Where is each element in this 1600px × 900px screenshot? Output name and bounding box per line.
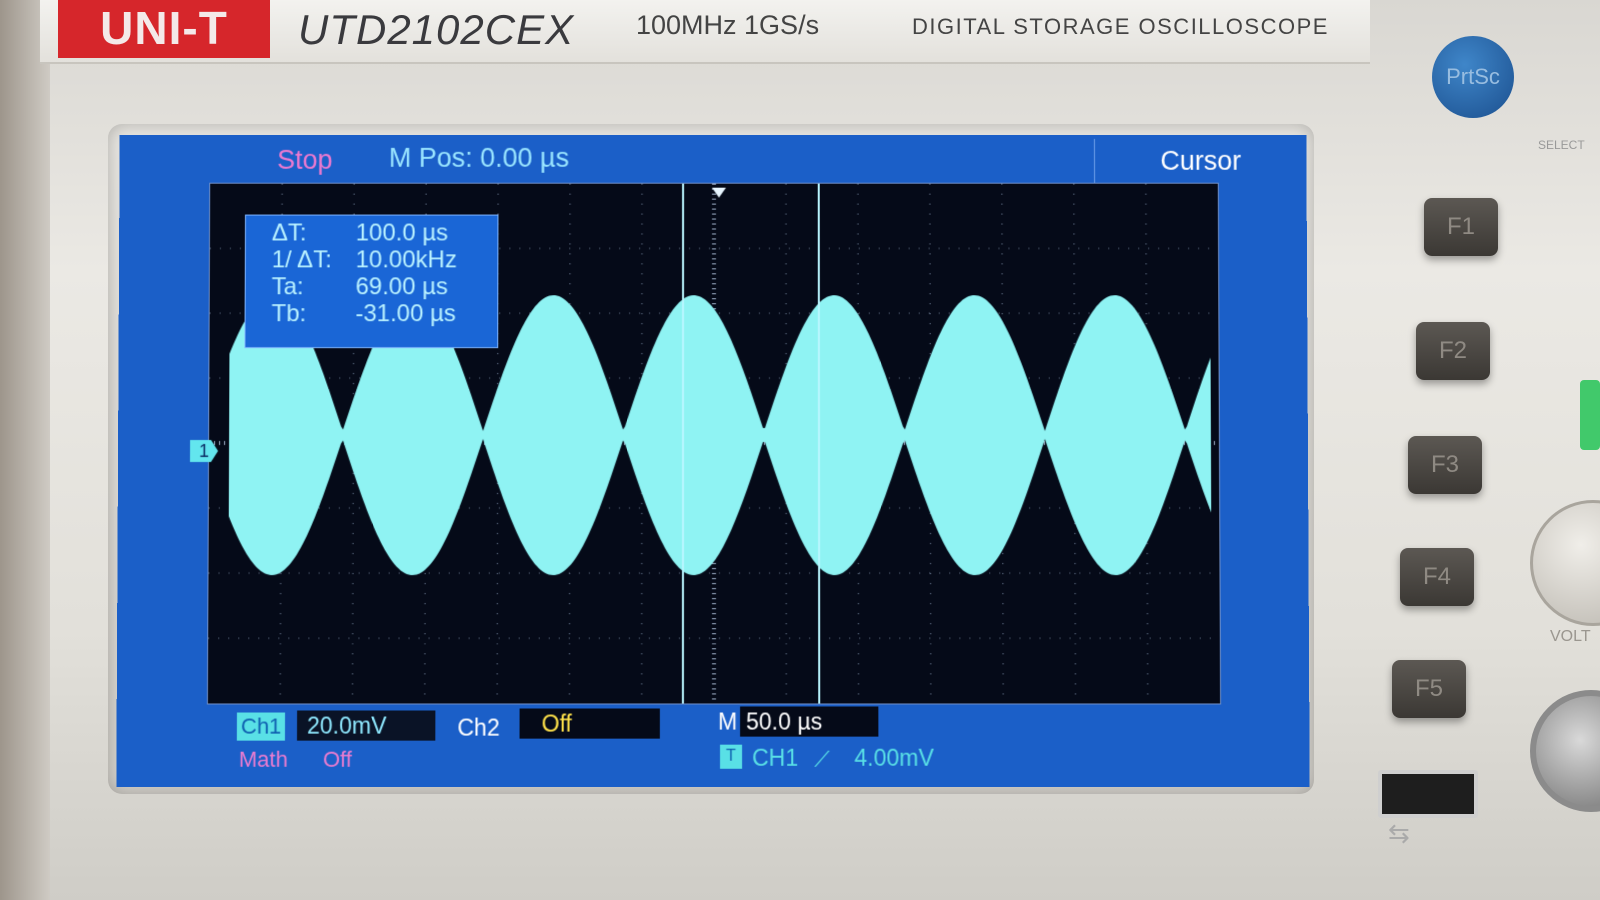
f5-button[interactable]: F5 — [1392, 660, 1466, 718]
ta-label: Ta: — [271, 273, 304, 301]
trigger-icon: T — [720, 744, 743, 769]
menu-title-cursor[interactable]: Cursor — [1093, 138, 1307, 183]
device-description: DIGITAL STORAGE OSCILLOSCOPE — [912, 14, 1329, 39]
usb-icon: ⇆ — [1388, 818, 1410, 848]
oscilloscope-body: UNI-T UTD2102CEX 100MHz 1GS/s DIGITAL ST… — [0, 0, 1600, 900]
model-name: UTD2102CEX — [298, 6, 575, 53]
bnc-connector[interactable] — [1530, 690, 1600, 812]
f1-button[interactable]: F1 — [1424, 198, 1498, 256]
trigger-source: CH1 — [752, 744, 799, 771]
f2-button[interactable]: F2 — [1416, 322, 1490, 380]
inverse-delta-t-label: 1/ ΔT: — [271, 246, 332, 274]
inverse-delta-t-value: 10.00kHz — [355, 246, 457, 274]
tb-value: -31.00 µs — [355, 300, 456, 328]
screen-status-bar: Stop M Pos: 0.00 µs Cursor — [119, 135, 1307, 183]
ch1-tag: Ch1 — [236, 712, 286, 741]
print-screen-button[interactable]: PrtSc — [1432, 36, 1514, 118]
math-label: Math — [238, 746, 288, 772]
f4-button[interactable]: F4 — [1400, 548, 1474, 606]
ch2-scale: Off — [519, 708, 660, 739]
trigger-level: 4.00mV — [854, 744, 934, 771]
brand-logo: UNI-T — [58, 0, 270, 58]
oscilloscope-screen: Stop M Pos: 0.00 µs Cursor ΔT: 100.0 µs 1… — [116, 134, 1310, 787]
spec-text: 100MHz 1GS/s — [636, 10, 820, 40]
volts-div-knob[interactable] — [1530, 500, 1600, 626]
f3-button[interactable]: F3 — [1408, 436, 1482, 494]
volt-label: VOLT — [1550, 628, 1591, 645]
timebase-tag: M — [718, 708, 738, 735]
tb-label: Tb: — [271, 300, 307, 328]
rising-edge-icon: ⟋ — [814, 746, 830, 772]
ta-value: 69.00 µs — [355, 273, 448, 301]
delta-t-label: ΔT: — [271, 219, 307, 247]
run-state-label: Stop — [277, 144, 333, 175]
horizontal-position-label: M Pos: 0.00 µs — [388, 142, 570, 173]
green-indicator — [1580, 380, 1600, 450]
cursor-readout-box: ΔT: 100.0 µs 1/ ΔT: 10.00kHz Ta: 69.00 µs T… — [244, 214, 499, 349]
trigger-position-marker — [712, 187, 726, 198]
ch1-scale: 20.0mV — [296, 710, 436, 741]
delta-t-value: 100.0 µs — [355, 219, 449, 247]
usb-port — [1378, 770, 1478, 818]
channel-status-bar: Ch1 20.0mV Ch2 Off M 50.0 µs Math Off T … — [116, 702, 1309, 786]
timebase-scale: 50.0 µs — [740, 706, 879, 737]
ch2-tag: Ch2 — [457, 714, 500, 741]
select-label: SELECT — [1538, 138, 1585, 152]
math-state: Off — [322, 746, 353, 772]
